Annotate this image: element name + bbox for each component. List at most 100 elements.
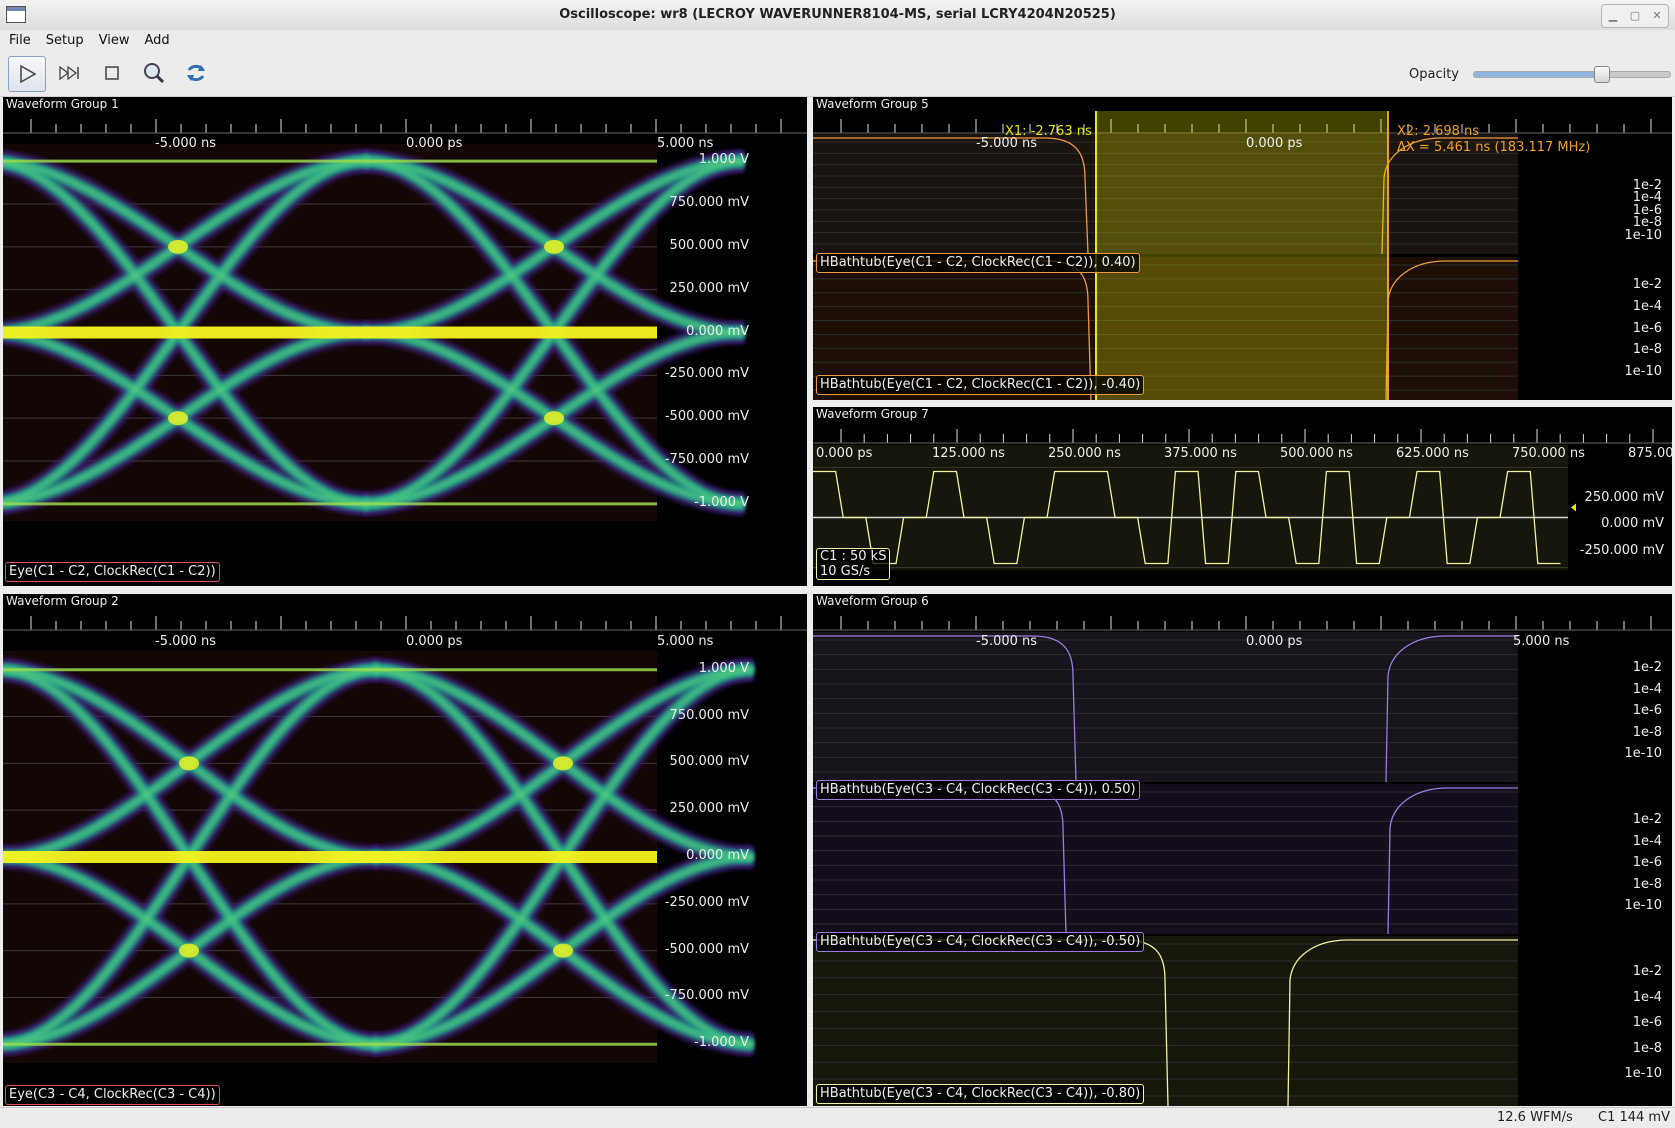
close-icon[interactable]: ✕ — [1646, 5, 1668, 27]
opacity-slider-fill — [1474, 72, 1602, 77]
status-cursor-value: C1 144 mV — [1598, 1110, 1670, 1125]
zoom-icon — [144, 63, 165, 84]
y-tick-label: 1e-4 — [1632, 298, 1662, 314]
y-tick-label: 500.000 mV — [669, 754, 749, 770]
x-tick-label: 0.000 ps — [1246, 634, 1303, 649]
y-tick-label: 250.000 mV — [1584, 490, 1664, 505]
x-tick-label: -5.000 ns — [155, 136, 217, 151]
y-tick-label: 1e-8 — [1632, 724, 1662, 740]
y-tick-label: -1.000 V — [694, 494, 749, 510]
window-controls: ▁ ▢ ✕ — [1601, 4, 1669, 28]
waveform-group-5: Waveform Group 5 -5.000 ns 0.000 ps X1: … — [813, 97, 1672, 400]
y-tick-label: -250.000 mV — [1579, 543, 1664, 558]
status-bar: 12.6 WFM/s C1 144 mV — [0, 1107, 1675, 1128]
stop-button[interactable] — [94, 56, 130, 90]
trace-label-bathtub[interactable]: HBathtub(Eye(C1 - C2, ClockRec(C1 - C2))… — [816, 253, 1140, 273]
trace-label-eye[interactable]: Eye(C1 - C2, ClockRec(C1 - C2)) — [5, 562, 220, 582]
refresh-icon — [187, 64, 205, 82]
y-tick-label: 1e-8 — [1632, 1040, 1662, 1056]
bathtub-plot — [813, 616, 1672, 1106]
menu-setup[interactable]: Setup — [46, 30, 84, 52]
x-tick-label: 625.000 ns — [1396, 446, 1469, 461]
eye-crossing — [553, 943, 573, 958]
y-tick-label: 0.000 mV — [686, 323, 749, 339]
y-tick-label: 1e-10 — [1624, 364, 1662, 380]
eye-crossing — [544, 239, 564, 254]
waveform-group-2: Waveform Group 2 -5.000 ns 0.000 ps 5.00… — [3, 594, 807, 1106]
y-tick-label: 1e-2 — [1632, 964, 1662, 979]
cursor-region — [1096, 111, 1388, 400]
status-waveform-rate: 12.6 WFM/s — [1497, 1110, 1573, 1125]
menu-add[interactable]: Add — [144, 30, 169, 52]
opacity-slider-handle[interactable] — [1594, 66, 1611, 83]
y-tick-label: 1e-2 — [1632, 660, 1662, 675]
trace-label-eye[interactable]: Eye(C3 - C4, ClockRec(C3 - C4)) — [5, 1085, 220, 1105]
y-tick-label: 1.000 V — [698, 660, 749, 676]
trace-info-depth: C1 : 50 kS — [820, 549, 887, 564]
single-step-button[interactable] — [51, 56, 87, 90]
y-tick-label: 0.000 mV — [1601, 516, 1664, 531]
single-step-icon — [59, 65, 79, 81]
y-tick-label: 1e-6 — [1632, 855, 1662, 871]
eye-diagram-plot — [3, 119, 807, 521]
cursor-delta-readout: ΔX = 5.461 ns (183.117 MHz) — [1397, 140, 1591, 155]
plot-background — [813, 445, 1568, 570]
y-tick-label: 500.000 mV — [669, 237, 749, 253]
y-tick-label: 0.000 mV — [686, 848, 749, 863]
opacity-slider[interactable] — [1473, 66, 1671, 83]
x-tick-label: 0.000 ps — [1246, 136, 1303, 151]
eye-crossing — [553, 756, 573, 771]
y-tick-label: 250.000 mV — [669, 280, 749, 296]
cursor-x2-readout: X2: 2.698 ns — [1397, 124, 1480, 139]
trace-label-bathtub[interactable]: HBathtub(Eye(C1 - C2, ClockRec(C1 - C2))… — [816, 375, 1145, 395]
y-tick-label: -250.000 mV — [664, 894, 749, 910]
eye-crossing — [544, 411, 564, 426]
x-tick-label: 500.000 ns — [1280, 446, 1353, 461]
trigger-level-marker — [1571, 503, 1576, 512]
menu-view[interactable]: View — [99, 30, 130, 52]
trace-label-bathtub[interactable]: HBathtub(Eye(C3 - C4, ClockRec(C3 - C4))… — [816, 932, 1145, 952]
trace-label-bathtub[interactable]: HBathtub(Eye(C3 - C4, ClockRec(C3 - C4))… — [816, 1084, 1145, 1104]
y-tick-label: 1.000 V — [698, 152, 749, 168]
y-tick-label: -750.000 mV — [664, 452, 749, 468]
trace-label-c1[interactable]: C1 : 50 kS 10 GS/s — [816, 548, 891, 580]
y-tick-label: 750.000 mV — [669, 707, 749, 723]
trace-label-bathtub[interactable]: HBathtub(Eye(C3 - C4, ClockRec(C3 - C4))… — [816, 780, 1140, 800]
x-tick-label: 0.000 ps — [406, 136, 463, 151]
y-tick-label: 250.000 mV — [669, 801, 749, 817]
minimize-icon[interactable]: ▁ — [1602, 5, 1624, 27]
y-tick-label: 1e-10 — [1624, 227, 1662, 243]
x-tick-label: 125.000 ns — [932, 446, 1005, 461]
x-tick-label: 5.000 ns — [657, 136, 714, 151]
stop-icon — [105, 66, 119, 80]
y-tick-label: 1e-10 — [1624, 1066, 1662, 1082]
x-tick-label: 0.000 ps — [406, 634, 463, 649]
maximize-icon[interactable]: ▢ — [1624, 5, 1646, 27]
refresh-button[interactable] — [178, 56, 214, 90]
trace-info-rate: 10 GS/s — [820, 564, 871, 579]
y-tick-label: -500.000 mV — [664, 409, 749, 425]
eye-crossing — [179, 756, 199, 771]
x-tick-label: 750.000 ns — [1512, 446, 1585, 461]
y-tick-label: -250.000 mV — [664, 366, 749, 382]
title-bar: Oscilloscope: wr8 (LECROY WAVERUNNER8104… — [0, 0, 1675, 31]
y-tick-label: 1e-2 — [1632, 277, 1662, 292]
analog-waveform-plot — [813, 429, 1672, 570]
toolbar: Opacity — [0, 52, 1675, 97]
opacity-label: Opacity — [1409, 67, 1460, 82]
x-tick-label: 250.000 ns — [1048, 446, 1121, 461]
y-tick-label: -1.000 V — [694, 1035, 749, 1051]
x-tick-label: 375.000 ns — [1164, 446, 1237, 461]
zoom-button[interactable] — [136, 56, 172, 90]
y-tick-label: 1e-4 — [1632, 833, 1662, 849]
waveform-group-6: Waveform Group 6 -5.000 ns 0.000 ps 5.00… — [813, 594, 1672, 1106]
y-tick-label: 1e-6 — [1632, 703, 1662, 719]
menu-file[interactable]: File — [9, 30, 31, 52]
window-title: Oscilloscope: wr8 (LECROY WAVERUNNER8104… — [559, 7, 1116, 22]
x-tick-label: -5.000 ns — [155, 634, 217, 649]
y-tick-label: 1e-6 — [1632, 320, 1662, 336]
x-tick-label: 0.000 ps — [816, 446, 873, 461]
x-tick-label: 5.000 ns — [1513, 634, 1570, 649]
run-button[interactable] — [8, 56, 46, 92]
y-tick-label: 1e-10 — [1624, 746, 1662, 762]
